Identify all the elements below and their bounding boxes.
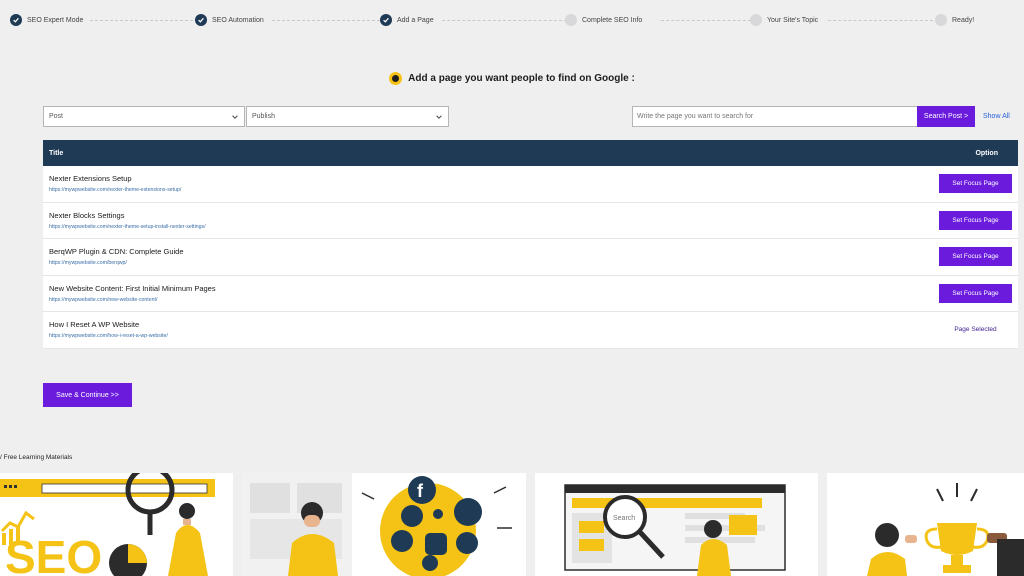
table-row: Nexter Blocks Settings https://mywpwebsi…: [43, 202, 1018, 239]
seo-illustration: SEO: [0, 473, 215, 576]
section-heading: Add a page you want people to find on Go…: [0, 72, 1024, 85]
social-media-illustration: f: [242, 473, 512, 576]
step-circle-icon: [565, 14, 577, 26]
learning-materials-title: / Free Learning Materials: [0, 454, 73, 461]
set-focus-page-button[interactable]: Set Focus Page: [939, 174, 1012, 194]
post-type-select[interactable]: Post: [43, 106, 245, 127]
page-url[interactable]: https://mywpwebsite.com/new-website-cont…: [49, 297, 216, 303]
step-label: SEO Automation: [212, 16, 264, 24]
step-your-sites-topic[interactable]: Your Site's Topic: [750, 12, 818, 28]
table-row: Nexter Extensions Setup https://mywpwebs…: [43, 166, 1018, 203]
seo-card-text: SEO: [5, 531, 102, 576]
save-continue-button[interactable]: Save & Continue >>: [43, 383, 132, 407]
step-circle-icon: [750, 14, 762, 26]
page-selected-status: Page Selected: [954, 326, 997, 334]
table-header: Title Option: [43, 140, 1018, 166]
set-focus-page-button[interactable]: Set Focus Page: [939, 210, 1012, 230]
step-seo-automation[interactable]: SEO Automation: [195, 12, 264, 28]
search-placeholder: Write the page you want to search for: [637, 113, 754, 120]
page-title: BerqWP Plugin & CDN: Complete Guide: [49, 247, 184, 257]
step-label: SEO Expert Mode: [27, 16, 84, 24]
trophy-illustration: [867, 483, 1024, 576]
step-complete-seo-info[interactable]: Complete SEO Info: [565, 12, 642, 28]
step-label: Add a Page: [397, 16, 434, 24]
step-connector: [661, 20, 751, 21]
search-card-text: Search: [613, 515, 635, 522]
page-url[interactable]: https://mywpwebsite.com/berqwp/: [49, 260, 184, 266]
progress-stepper: SEO Expert Mode SEO Automation Add a Pag…: [10, 12, 980, 28]
search-post-button[interactable]: Search Post >: [917, 106, 975, 127]
set-focus-page-button[interactable]: Set Focus Page: [939, 283, 1012, 303]
check-icon: [10, 14, 22, 26]
step-label: Your Site's Topic: [767, 16, 819, 24]
post-type-value: Post: [49, 113, 64, 120]
step-ready[interactable]: Ready!: [935, 12, 974, 28]
chevron-down-icon: [436, 114, 442, 119]
step-label: Ready!: [952, 16, 975, 24]
show-all-link[interactable]: Show All: [983, 113, 1010, 120]
page-url[interactable]: https://mywpwebsite.com/nexter-theme-ext…: [49, 187, 181, 193]
page-title: Nexter Extensions Setup: [49, 174, 132, 184]
learning-card-search[interactable]: Search: [535, 473, 818, 576]
step-circle-icon: [935, 14, 947, 26]
page-title: New Website Content: First Initial Minim…: [49, 283, 216, 293]
page-url[interactable]: https://mywpwebsite.com/nexter-theme-set…: [49, 224, 206, 230]
chevron-down-icon: [232, 114, 238, 119]
page-title: Nexter Blocks Settings: [49, 210, 125, 220]
status-select[interactable]: Publish: [246, 106, 449, 127]
pages-table: Title Option Nexter Extensions Setup htt…: [43, 140, 1018, 349]
page-search-input[interactable]: Write the page you want to search for: [632, 106, 918, 127]
learning-card-social-media[interactable]: f: [242, 473, 526, 576]
step-connector: [90, 20, 198, 21]
search-illustration: Search: [564, 484, 786, 576]
set-focus-page-button[interactable]: Set Focus Page: [939, 247, 1012, 267]
check-icon: [195, 14, 207, 26]
target-icon: [389, 72, 403, 85]
step-seo-expert-mode[interactable]: SEO Expert Mode: [10, 12, 83, 28]
learning-card-trophy[interactable]: [827, 473, 1024, 576]
step-add-a-page[interactable]: Add a Page: [380, 12, 434, 28]
page-url[interactable]: https://mywpwebsite.com/how-i-reset-a-wp…: [49, 333, 168, 339]
status-value: Publish: [252, 113, 275, 120]
table-row: How I Reset A WP Website https://mywpweb…: [43, 312, 1018, 349]
page-title: How I Reset A WP Website: [49, 320, 140, 330]
step-connector: [442, 20, 567, 21]
heading-text: Add a page you want people to find on Go…: [408, 73, 635, 84]
step-connector: [272, 20, 380, 21]
column-option: Option: [975, 149, 998, 157]
table-row: BerqWP Plugin & CDN: Complete Guide http…: [43, 239, 1018, 276]
step-label: Complete SEO Info: [582, 16, 643, 24]
svg-text:f: f: [417, 481, 424, 501]
table-row: New Website Content: First Initial Minim…: [43, 275, 1018, 312]
learning-card-seo[interactable]: SEO: [0, 473, 233, 576]
check-icon: [380, 14, 392, 26]
column-title: Title: [49, 149, 64, 157]
step-connector: [828, 20, 933, 21]
